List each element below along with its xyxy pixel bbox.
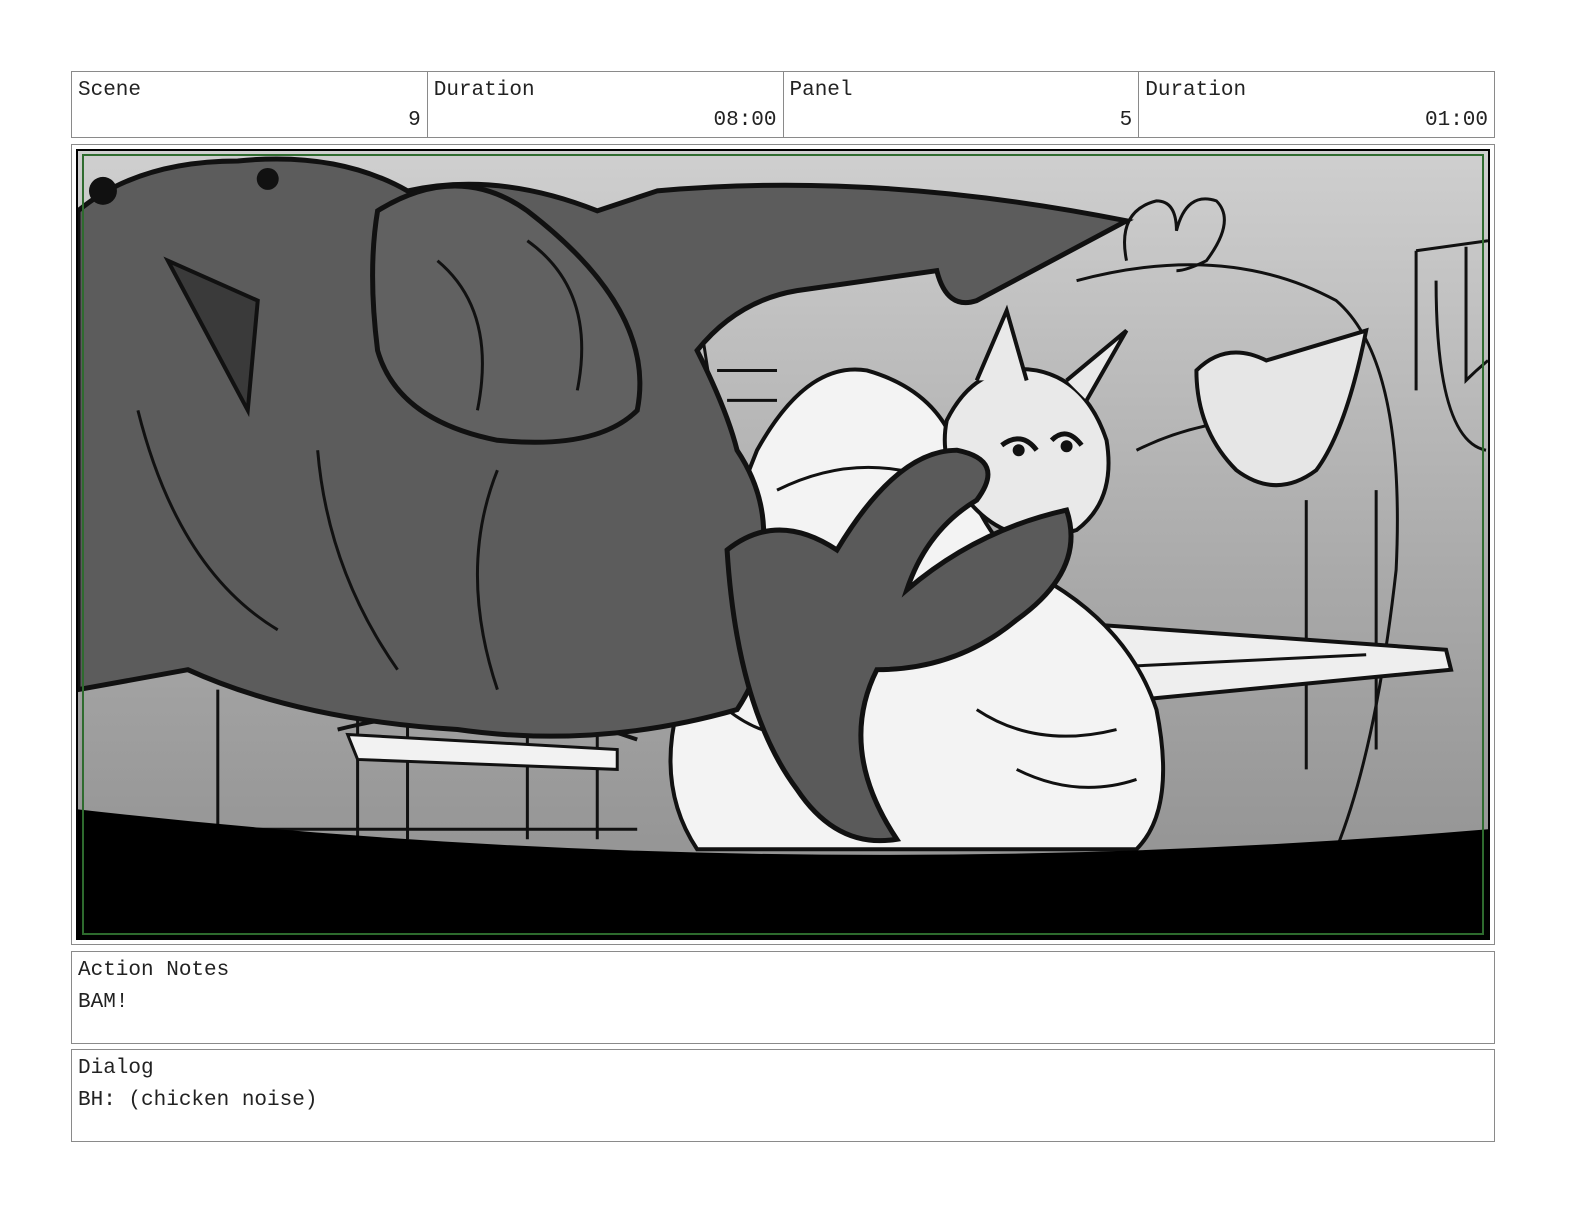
panel-duration-value: 01:00 — [1424, 109, 1488, 132]
scene-number: 9 — [408, 109, 421, 132]
scene-cell: Scene 9 — [72, 72, 428, 137]
panel-cell: Panel 5 — [784, 72, 1140, 137]
action-notes-label: Action Notes — [78, 959, 230, 982]
scene-duration-cell: Duration 08:00 — [428, 72, 784, 137]
dialog-text: BH: (chicken noise) — [78, 1089, 318, 1112]
scene-duration-label: Duration — [433, 79, 535, 102]
panel-drawing — [76, 149, 1490, 940]
scene-duration-value: 08:00 — [713, 109, 777, 132]
panel-header: Scene 9 Duration 08:00 Panel 5 Duration … — [71, 71, 1495, 138]
panel-label: Panel — [789, 79, 853, 102]
action-notes-text: BAM! — [78, 991, 129, 1014]
storyboard-panel — [71, 144, 1495, 945]
dialog-label: Dialog — [78, 1057, 154, 1080]
panel-number: 5 — [1119, 109, 1133, 132]
sketch-illustration — [78, 151, 1488, 938]
dialog-box: Dialog BH: (chicken noise) — [71, 1049, 1495, 1142]
action-notes-box: Action Notes BAM! — [71, 951, 1495, 1044]
scene-label: Scene — [78, 79, 142, 102]
panel-duration-label: Duration — [1145, 79, 1247, 102]
panel-duration-cell: Duration 01:00 — [1139, 72, 1494, 137]
